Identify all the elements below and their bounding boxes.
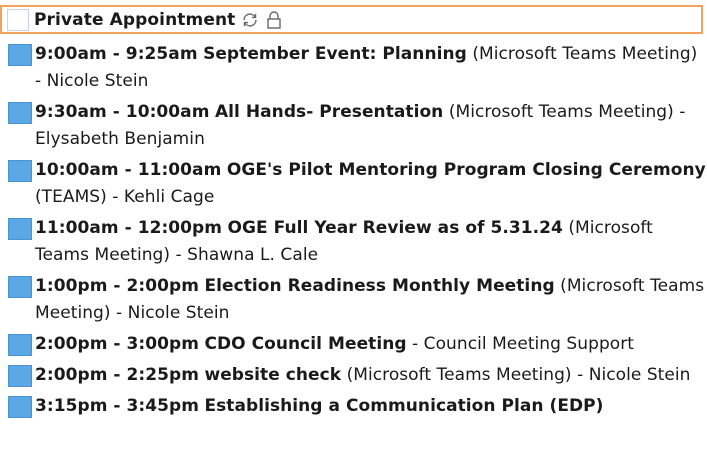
category-color-block xyxy=(8,44,32,66)
event-title: OGE Full Year Review as of 5.31.24 xyxy=(227,218,563,238)
event-item[interactable]: 11:00am - 12:00pm OGE Full Year Review a… xyxy=(0,215,707,269)
event-list: 9:00am - 9:25am September Event: Plannin… xyxy=(0,41,707,424)
event-item[interactable]: 2:00pm - 2:25pm website check (Microsoft… xyxy=(0,362,707,389)
event-organizer: Kehli Cage xyxy=(123,187,215,207)
event-time: 10:00am - 11:00am xyxy=(35,160,222,180)
category-color-block xyxy=(8,365,32,387)
category-color-block xyxy=(8,218,32,240)
category-color-block xyxy=(8,160,32,182)
event-title: website check xyxy=(204,365,342,385)
event-time: 2:00pm - 3:00pm xyxy=(35,334,199,354)
event-time: 9:00am - 9:25am xyxy=(35,44,198,64)
category-color-block xyxy=(8,396,32,418)
event-item[interactable]: 1:00pm - 2:00pm Election Readiness Month… xyxy=(0,273,707,327)
category-checkbox-empty[interactable] xyxy=(7,8,29,31)
event-title: September Event: Planning xyxy=(203,44,467,64)
category-color-block xyxy=(8,102,32,124)
private-appointment-item[interactable]: Private Appointment xyxy=(0,5,703,34)
event-time: 2:00pm - 2:25pm xyxy=(35,365,199,385)
category-color-block xyxy=(8,334,32,356)
recurring-icon xyxy=(240,11,260,29)
event-title: Establishing a Communication Plan (EDP) xyxy=(204,396,604,416)
event-location: (Microsoft Teams Meeting) xyxy=(448,102,674,122)
event-organizer: Nicole Stein xyxy=(46,71,149,91)
event-time: 9:30am - 10:00am xyxy=(35,102,210,122)
event-item[interactable]: 9:30am - 10:00am All Hands- Presentation… xyxy=(0,99,707,153)
event-organizer: Council Meeting Support xyxy=(423,334,634,354)
event-item[interactable]: 10:00am - 11:00am OGE's Pilot Mentoring … xyxy=(0,157,707,211)
event-time: 1:00pm - 2:00pm xyxy=(35,276,199,296)
lock-icon xyxy=(265,10,283,30)
event-title: All Hands- Presentation xyxy=(214,102,444,122)
event-title: OGE's Pilot Mentoring Program Closing Ce… xyxy=(226,160,706,180)
category-color-block xyxy=(8,276,32,298)
event-title: Election Readiness Monthly Meeting xyxy=(204,276,555,296)
event-location: (Microsoft Teams Meeting) xyxy=(346,365,572,385)
event-location: (TEAMS) xyxy=(35,187,107,207)
event-location: (Microsoft Teams Meeting) xyxy=(472,44,698,64)
event-organizer: Nicole Stein xyxy=(588,365,691,385)
private-appointment-title: Private Appointment xyxy=(34,9,236,30)
event-time: 3:15pm - 3:45pm xyxy=(35,396,199,416)
event-item[interactable]: 2:00pm - 3:00pm CDO Council Meeting - Co… xyxy=(0,331,707,358)
event-organizer: Nicole Stein xyxy=(127,303,230,323)
event-organizer: Elysabeth Benjamin xyxy=(35,129,205,149)
event-organizer: Shawna L. Cale xyxy=(187,245,319,265)
event-item[interactable]: 9:00am - 9:25am September Event: Plannin… xyxy=(0,41,707,95)
event-title: CDO Council Meeting xyxy=(204,334,407,354)
event-item[interactable]: 3:15pm - 3:45pm Establishing a Communica… xyxy=(0,393,707,420)
event-time: 11:00am - 12:00pm xyxy=(35,218,223,238)
